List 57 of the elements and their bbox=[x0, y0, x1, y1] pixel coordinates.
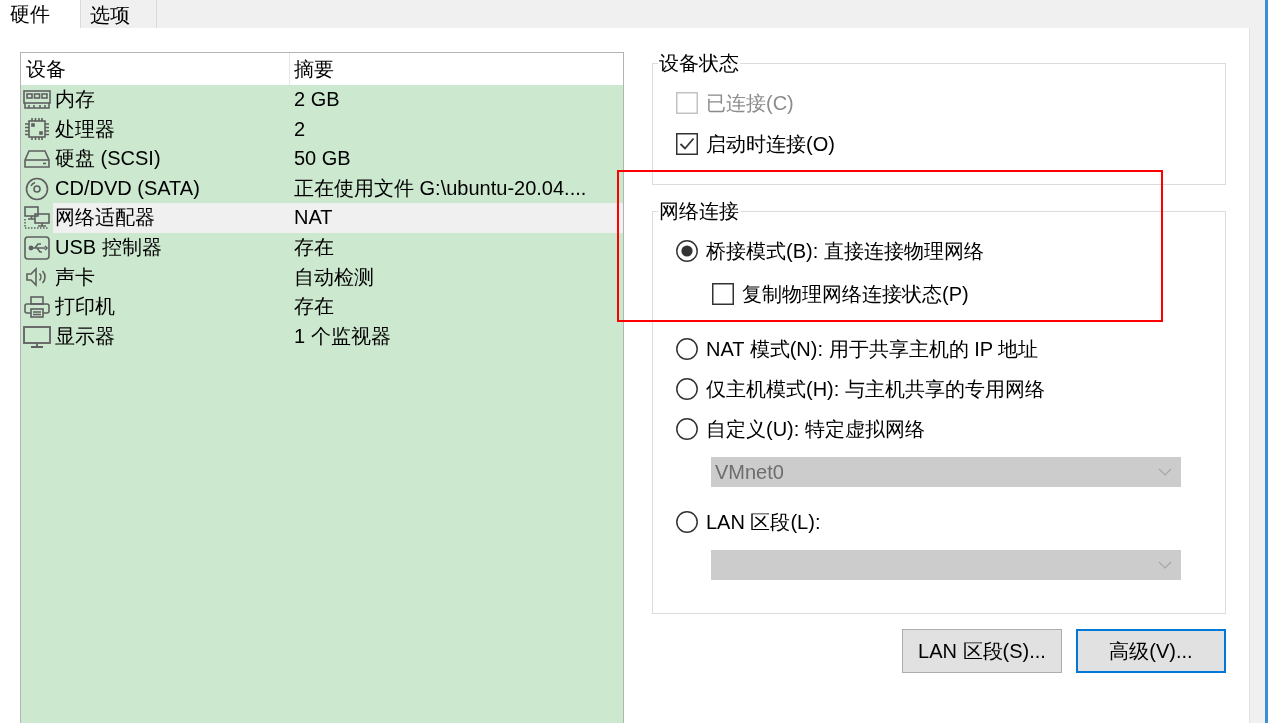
tab[interactable]: 选项 bbox=[80, 0, 157, 28]
checkbox-label[interactable]: 启动时连接(O) bbox=[706, 132, 835, 156]
device-row[interactable]: CD/DVD (SATA) 正在使用文件 G:\ubuntu-20.04.... bbox=[21, 173, 623, 204]
device-row[interactable]: 网络适配器 NAT bbox=[21, 203, 623, 233]
device-row[interactable]: 内存 2 GB bbox=[21, 85, 623, 115]
hard-drive-icon bbox=[22, 147, 52, 171]
summary-cell-text: 自动检测 bbox=[293, 264, 375, 290]
radio-button[interactable] bbox=[676, 378, 698, 400]
radio-button[interactable] bbox=[676, 418, 698, 440]
device-row[interactable]: 打印机 存在 bbox=[21, 292, 623, 322]
radio-label[interactable]: 桥接模式(B): 直接连接物理网络 bbox=[706, 239, 984, 263]
summary-cell-text: 存在 bbox=[293, 234, 335, 260]
dialog-button[interactable]: 高级(V)... bbox=[1076, 629, 1226, 673]
device-name-cell-text: 打印机 bbox=[54, 294, 116, 320]
networked-computers-icon bbox=[22, 206, 52, 231]
group-title: 设备状态 bbox=[658, 52, 740, 74]
summary-cell-text: 2 GB bbox=[293, 87, 341, 112]
device-name-cell-text: 硬盘 (SCSI) bbox=[54, 146, 162, 172]
summary-cell-text: 正在使用文件 G:\ubuntu-20.04.... bbox=[293, 175, 588, 201]
monitor-icon bbox=[22, 324, 52, 349]
summary-cell-text: 存在 bbox=[293, 294, 335, 320]
radio-label[interactable]: 自定义(U): 特定虚拟网络 bbox=[706, 417, 925, 441]
summary-cell-text: NAT bbox=[293, 205, 334, 231]
radio-button[interactable] bbox=[676, 511, 698, 533]
device-name-cell-text: 内存 bbox=[54, 87, 96, 112]
radio-button[interactable] bbox=[676, 240, 698, 262]
chevron-down-icon bbox=[1158, 468, 1172, 476]
device-row[interactable]: 处理器 2 bbox=[21, 114, 623, 145]
device-name-cell-text: 显示器 bbox=[54, 323, 116, 349]
dialog-button[interactable]: LAN 区段(S)... bbox=[902, 629, 1062, 673]
radio-button[interactable] bbox=[676, 338, 698, 360]
chip-icon bbox=[22, 117, 52, 142]
device-row[interactable]: 声卡 自动检测 bbox=[21, 262, 623, 293]
device-name-cell-text: CD/DVD (SATA) bbox=[54, 175, 201, 201]
summary-cell-text: 2 bbox=[293, 116, 307, 142]
group-title: 网络连接 bbox=[658, 200, 740, 222]
device-name-cell-text: USB 控制器 bbox=[54, 234, 163, 260]
radio-label[interactable]: NAT 模式(N): 用于共享主机的 IP 地址 bbox=[706, 337, 1039, 361]
tab[interactable]: 硬件 bbox=[0, 0, 80, 28]
chevron-down-icon bbox=[1158, 561, 1172, 569]
column-header: 设备 bbox=[25, 57, 67, 82]
column-header: 摘要 bbox=[289, 53, 623, 85]
radio-label[interactable]: LAN 区段(L): bbox=[706, 510, 821, 534]
device-name-cell-text: 网络适配器 bbox=[54, 205, 156, 231]
checkbox[interactable] bbox=[712, 283, 734, 305]
device-name-cell-text: 处理器 bbox=[54, 116, 116, 142]
device-row[interactable]: USB 控制器 存在 bbox=[21, 232, 623, 263]
checkbox-label[interactable]: 复制物理网络连接状态(P) bbox=[742, 282, 969, 306]
usb-icon bbox=[22, 235, 52, 260]
checkbox[interactable] bbox=[676, 133, 698, 155]
device-row[interactable]: 硬盘 (SCSI) 50 GB bbox=[21, 144, 623, 174]
device-row[interactable]: 显示器 1 个监视器 bbox=[21, 321, 623, 352]
summary-cell-text: 1 个监视器 bbox=[293, 323, 392, 349]
memory-module-icon bbox=[22, 87, 52, 112]
summary-cell-text: 50 GB bbox=[293, 146, 352, 172]
radio-label[interactable]: 仅主机模式(H): 与主机共享的专用网络 bbox=[706, 377, 1045, 401]
device-name-cell-text: 声卡 bbox=[54, 264, 96, 290]
